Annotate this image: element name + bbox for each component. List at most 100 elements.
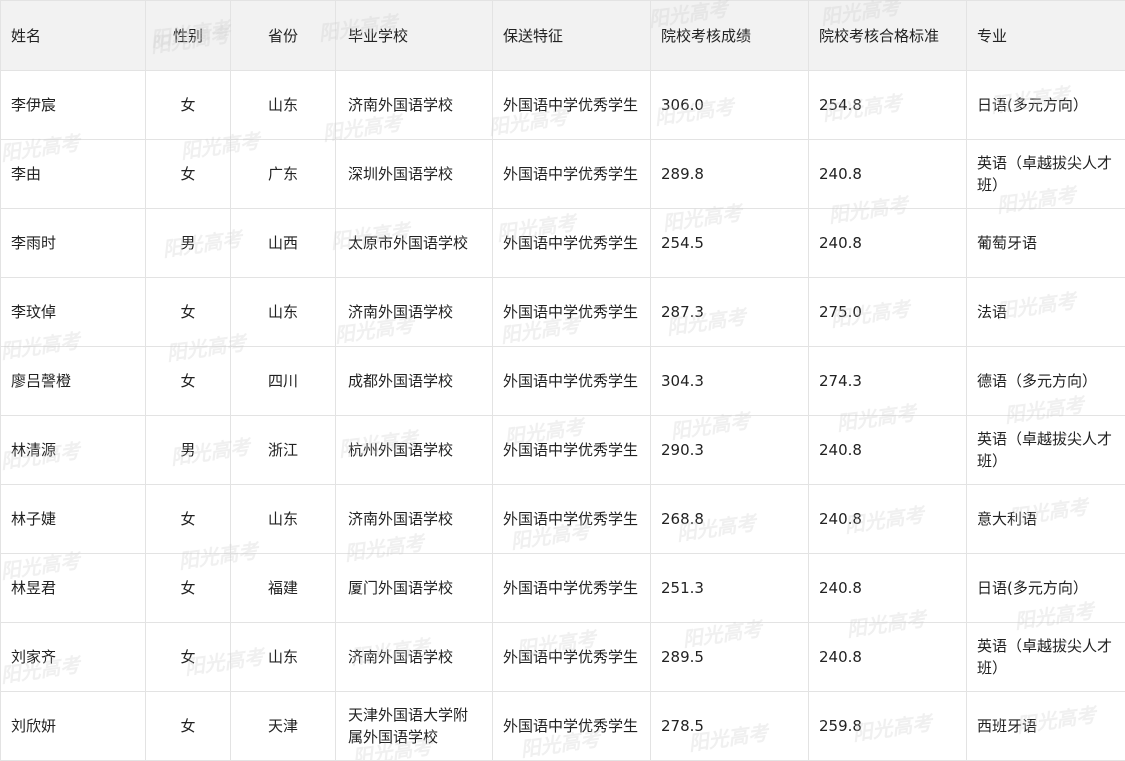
cell-feature: 外国语中学优秀学生	[493, 71, 651, 140]
cell-province: 山东	[231, 623, 336, 692]
cell-score: 304.3	[651, 347, 809, 416]
header-province: 省份	[231, 1, 336, 71]
cell-gender: 男	[146, 416, 231, 485]
cell-feature: 外国语中学优秀学生	[493, 416, 651, 485]
header-feature: 保送特征	[493, 1, 651, 71]
cell-score: 289.5	[651, 623, 809, 692]
table-row: 李雨时男山西太原市外国语学校外国语中学优秀学生254.5240.8葡萄牙语	[1, 209, 1125, 278]
cell-gender: 女	[146, 554, 231, 623]
cell-name: 李玟倬	[1, 278, 146, 347]
cell-gender: 女	[146, 347, 231, 416]
table-row: 林子婕女山东济南外国语学校外国语中学优秀学生268.8240.8意大利语	[1, 485, 1125, 554]
cell-gender: 女	[146, 140, 231, 209]
table-row: 廖吕謦橙女四川成都外国语学校外国语中学优秀学生304.3274.3德语（多元方向…	[1, 347, 1125, 416]
cell-feature: 外国语中学优秀学生	[493, 623, 651, 692]
cell-gender: 女	[146, 485, 231, 554]
cell-school: 深圳外国语学校	[336, 140, 493, 209]
cell-school: 太原市外国语学校	[336, 209, 493, 278]
table-header-row: 姓名 性别 省份 毕业学校 保送特征 院校考核成绩 院校考核合格标准 专业	[1, 1, 1125, 71]
cell-score: 251.3	[651, 554, 809, 623]
cell-major: 葡萄牙语	[967, 209, 1125, 278]
cell-school: 济南外国语学校	[336, 485, 493, 554]
cell-pass-line: 240.8	[809, 485, 967, 554]
cell-pass-line: 240.8	[809, 623, 967, 692]
cell-province: 浙江	[231, 416, 336, 485]
cell-feature: 外国语中学优秀学生	[493, 209, 651, 278]
cell-feature: 外国语中学优秀学生	[493, 278, 651, 347]
table-row: 李玟倬女山东济南外国语学校外国语中学优秀学生287.3275.0法语	[1, 278, 1125, 347]
cell-school: 厦门外国语学校	[336, 554, 493, 623]
cell-score: 289.8	[651, 140, 809, 209]
cell-name: 林昱君	[1, 554, 146, 623]
cell-feature: 外国语中学优秀学生	[493, 347, 651, 416]
cell-score: 306.0	[651, 71, 809, 140]
cell-major: 日语(多元方向）	[967, 554, 1125, 623]
cell-province: 四川	[231, 347, 336, 416]
cell-gender: 男	[146, 209, 231, 278]
cell-province: 山东	[231, 278, 336, 347]
cell-province: 天津	[231, 692, 336, 761]
cell-province: 福建	[231, 554, 336, 623]
cell-major: 德语（多元方向）	[967, 347, 1125, 416]
cell-pass-line: 275.0	[809, 278, 967, 347]
cell-major: 英语（卓越拔尖人才班）	[967, 140, 1125, 209]
cell-major: 英语（卓越拔尖人才班）	[967, 623, 1125, 692]
cell-pass-line: 240.8	[809, 209, 967, 278]
cell-pass-line: 240.8	[809, 416, 967, 485]
cell-score: 290.3	[651, 416, 809, 485]
cell-major: 西班牙语	[967, 692, 1125, 761]
cell-name: 廖吕謦橙	[1, 347, 146, 416]
cell-name: 李伊宸	[1, 71, 146, 140]
cell-school: 济南外国语学校	[336, 71, 493, 140]
cell-province: 山东	[231, 71, 336, 140]
header-name: 姓名	[1, 1, 146, 71]
cell-feature: 外国语中学优秀学生	[493, 485, 651, 554]
header-school: 毕业学校	[336, 1, 493, 71]
cell-major: 英语（卓越拔尖人才班）	[967, 416, 1125, 485]
admission-table: 姓名 性别 省份 毕业学校 保送特征 院校考核成绩 院校考核合格标准 专业 李伊…	[0, 0, 1125, 761]
cell-province: 山东	[231, 485, 336, 554]
cell-pass-line: 240.8	[809, 140, 967, 209]
cell-school: 成都外国语学校	[336, 347, 493, 416]
cell-pass-line: 254.8	[809, 71, 967, 140]
cell-major: 日语(多元方向）	[967, 71, 1125, 140]
cell-pass-line: 274.3	[809, 347, 967, 416]
cell-score: 268.8	[651, 485, 809, 554]
cell-feature: 外国语中学优秀学生	[493, 554, 651, 623]
header-pass-line: 院校考核合格标准	[809, 1, 967, 71]
table-row: 林昱君女福建厦门外国语学校外国语中学优秀学生251.3240.8日语(多元方向）	[1, 554, 1125, 623]
cell-province: 山西	[231, 209, 336, 278]
cell-score: 254.5	[651, 209, 809, 278]
cell-name: 林清源	[1, 416, 146, 485]
cell-name: 李雨时	[1, 209, 146, 278]
cell-score: 287.3	[651, 278, 809, 347]
table-row: 李伊宸女山东济南外国语学校外国语中学优秀学生306.0254.8日语(多元方向）	[1, 71, 1125, 140]
cell-province: 广东	[231, 140, 336, 209]
header-major: 专业	[967, 1, 1125, 71]
table-row: 刘家齐女山东济南外国语学校外国语中学优秀学生289.5240.8英语（卓越拔尖人…	[1, 623, 1125, 692]
cell-name: 刘欣妍	[1, 692, 146, 761]
cell-name: 刘家齐	[1, 623, 146, 692]
table-row: 林清源男浙江杭州外国语学校外国语中学优秀学生290.3240.8英语（卓越拔尖人…	[1, 416, 1125, 485]
cell-feature: 外国语中学优秀学生	[493, 692, 651, 761]
header-gender: 性别	[146, 1, 231, 71]
cell-major: 法语	[967, 278, 1125, 347]
cell-school: 杭州外国语学校	[336, 416, 493, 485]
cell-major: 意大利语	[967, 485, 1125, 554]
cell-school: 天津外国语大学附属外国语学校	[336, 692, 493, 761]
cell-gender: 女	[146, 278, 231, 347]
cell-gender: 女	[146, 692, 231, 761]
cell-score: 278.5	[651, 692, 809, 761]
cell-school: 济南外国语学校	[336, 623, 493, 692]
table-row: 刘欣妍女天津天津外国语大学附属外国语学校外国语中学优秀学生278.5259.8西…	[1, 692, 1125, 761]
cell-name: 李由	[1, 140, 146, 209]
cell-name: 林子婕	[1, 485, 146, 554]
cell-pass-line: 259.8	[809, 692, 967, 761]
table-row: 李由女广东深圳外国语学校外国语中学优秀学生289.8240.8英语（卓越拔尖人才…	[1, 140, 1125, 209]
cell-gender: 女	[146, 71, 231, 140]
cell-feature: 外国语中学优秀学生	[493, 140, 651, 209]
cell-gender: 女	[146, 623, 231, 692]
header-score: 院校考核成绩	[651, 1, 809, 71]
cell-pass-line: 240.8	[809, 554, 967, 623]
table-body: 李伊宸女山东济南外国语学校外国语中学优秀学生306.0254.8日语(多元方向）…	[1, 71, 1125, 761]
